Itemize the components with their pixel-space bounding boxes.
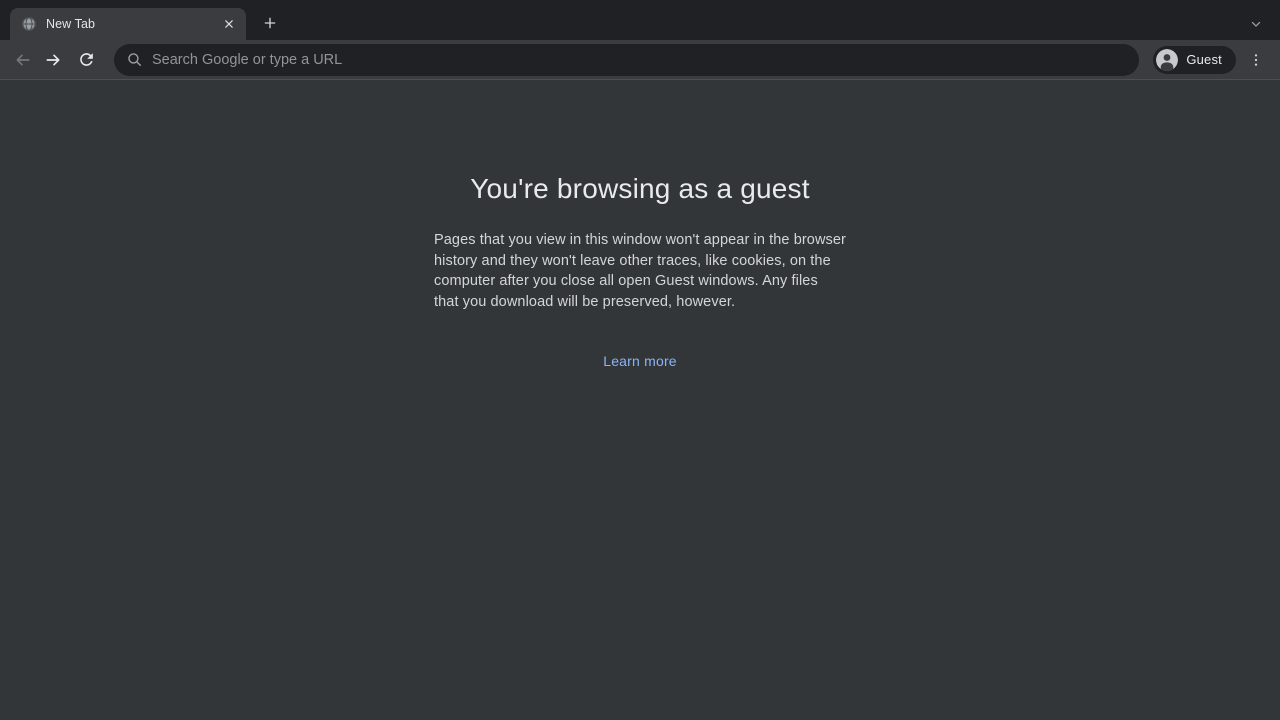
back-arrow-icon[interactable] (8, 46, 36, 74)
close-icon[interactable] (220, 15, 238, 33)
globe-favicon-icon (21, 16, 37, 32)
guest-ntp-content: You're browsing as a guest Pages that yo… (0, 80, 1280, 720)
learn-more-link[interactable]: Learn more (603, 353, 677, 369)
new-tab-plus-icon[interactable] (256, 9, 284, 37)
chevron-down-icon[interactable] (1244, 12, 1268, 36)
omnibox-input[interactable] (152, 52, 1125, 68)
guest-avatar-icon (1156, 49, 1178, 71)
guest-profile-label: Guest (1186, 52, 1222, 67)
page-title: You're browsing as a guest (470, 173, 810, 205)
omnibox[interactable] (114, 44, 1139, 76)
kebab-menu-icon[interactable] (1242, 46, 1270, 74)
tab-title: New Tab (46, 17, 211, 31)
search-icon (126, 51, 143, 68)
tab-new-tab[interactable]: New Tab (10, 8, 246, 40)
tab-strip: New Tab (0, 0, 1280, 40)
browser-toolbar: Guest (0, 40, 1280, 80)
reload-icon[interactable] (72, 46, 100, 74)
forward-arrow-icon[interactable] (40, 46, 68, 74)
guest-description-text: Pages that you view in this window won't… (434, 230, 846, 312)
guest-profile-button[interactable]: Guest (1153, 46, 1236, 74)
